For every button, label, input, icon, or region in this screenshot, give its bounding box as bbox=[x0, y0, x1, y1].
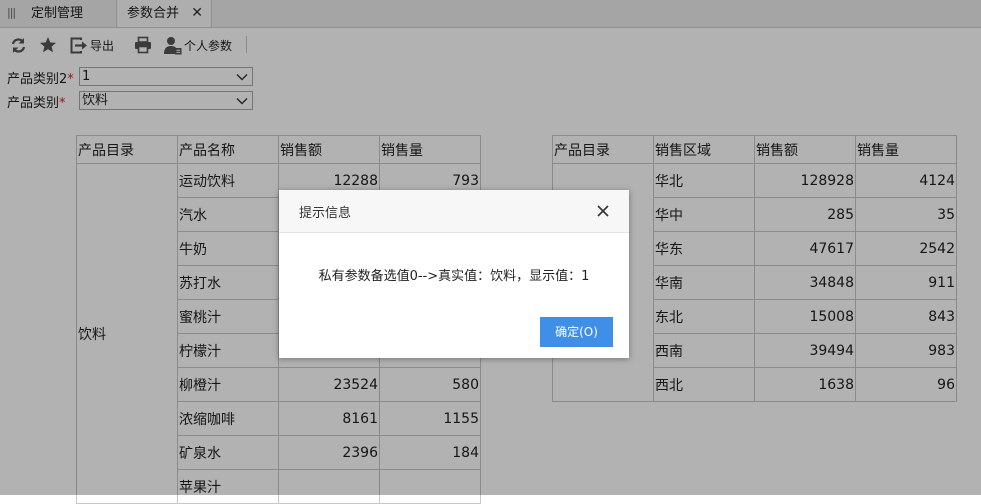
close-icon[interactable] bbox=[595, 203, 611, 219]
dialog-message: 私有参数备选值0-->真实值：饮料，显示值：1 bbox=[318, 269, 590, 284]
dialog-title: 提示信息 bbox=[299, 206, 352, 221]
info-dialog: 提示信息 私有参数备选值0-->真实值：饮料，显示值：1 确定(O) bbox=[279, 190, 629, 358]
dialog-header: 提示信息 bbox=[279, 190, 629, 233]
ok-button[interactable]: 确定(O) bbox=[540, 317, 613, 347]
